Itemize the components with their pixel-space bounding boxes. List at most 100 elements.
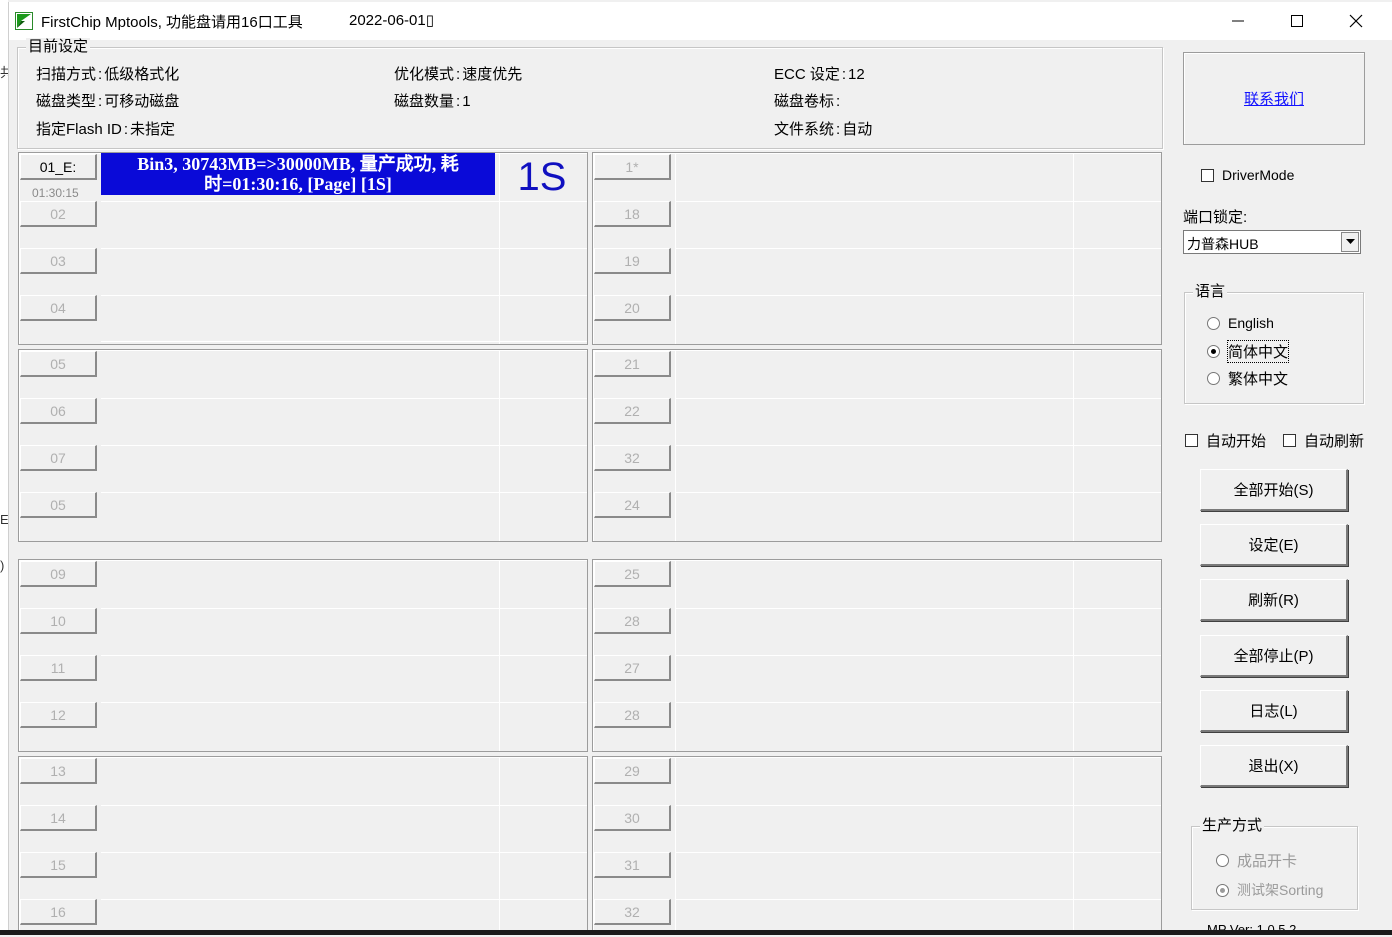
port-button-22[interactable]: 22 <box>594 398 671 424</box>
auto-refresh-label: 自动刷新 <box>1304 433 1365 450</box>
row-divider <box>101 702 587 703</box>
port-button-01[interactable]: 01_E: <box>20 154 97 180</box>
row-divider <box>101 805 587 806</box>
lang-simplified-radio[interactable]: 简体中文 <box>1207 340 1290 363</box>
row-divider <box>675 295 1161 296</box>
port-button-17[interactable]: 1* <box>594 154 671 180</box>
port-label: 32 <box>624 903 640 920</box>
port-lock-label: 端口锁定: <box>1183 209 1248 226</box>
file-system-label: 文件系统 <box>774 121 835 138</box>
port-button-09[interactable]: 09 <box>20 561 97 587</box>
port-button-30[interactable]: 30 <box>594 805 671 831</box>
port-button-12[interactable]: 12 <box>20 702 97 728</box>
row-divider <box>675 492 1161 493</box>
port-button-29[interactable]: 29 <box>594 758 671 784</box>
exit-button[interactable]: 退出(X) <box>1200 745 1348 787</box>
port-lock-select[interactable]: 力普森HUB <box>1183 230 1361 254</box>
port-button-14[interactable]: 14 <box>20 805 97 831</box>
title-bar: FirstChip Mptools, 功能盘请用16口工具 2022-06-01… <box>9 2 1392 40</box>
port-label: 28 <box>624 612 640 629</box>
port-label: 11 <box>50 659 66 676</box>
close-button[interactable] <box>1327 2 1385 40</box>
port-button-18[interactable]: 18 <box>594 201 671 227</box>
app-icon <box>15 12 33 30</box>
port-label: 27 <box>624 659 640 676</box>
port-label: 30 <box>624 809 640 826</box>
refresh-button[interactable]: 刷新(R) <box>1200 579 1348 621</box>
file-system-value: 自动 <box>842 121 873 138</box>
scan-mode-label: 扫描方式 <box>36 66 97 83</box>
port-button-20[interactable]: 20 <box>594 295 671 321</box>
lang-english-radio[interactable]: English <box>1207 315 1274 331</box>
row-divider <box>101 201 587 202</box>
checkbox-box <box>1283 434 1296 447</box>
close-icon <box>1349 14 1363 28</box>
port-label: 16 <box>50 903 66 920</box>
port-button-27[interactable]: 27 <box>594 655 671 681</box>
row-divider <box>675 852 1161 853</box>
port-button-32[interactable]: 32 <box>594 899 671 925</box>
language-legend: 语言 <box>1193 283 1228 301</box>
minimize-button[interactable] <box>1209 2 1267 40</box>
optimize-mode-value: 速度优先 <box>462 66 523 83</box>
port-button-04[interactable]: 04 <box>20 295 97 321</box>
flash-id-value: 未指定 <box>130 121 176 138</box>
port-label: 31 <box>624 856 640 873</box>
port-button-26[interactable]: 28 <box>594 608 671 634</box>
port-01-result: 1S <box>517 154 567 199</box>
settings-button[interactable]: 设定(E) <box>1200 524 1348 566</box>
contact-us-link[interactable]: 联系我们 <box>1244 88 1304 109</box>
port-label: 05 <box>50 355 66 372</box>
port-button-16[interactable]: 16 <box>20 899 97 925</box>
port-button-28[interactable]: 28 <box>594 702 671 728</box>
row-divider <box>101 852 587 853</box>
row-divider <box>675 805 1161 806</box>
port-button-10[interactable]: 10 <box>20 608 97 634</box>
log-button[interactable]: 日志(L) <box>1200 690 1348 732</box>
port-label: 01_E: <box>39 158 77 175</box>
port-button-25[interactable]: 25 <box>594 561 671 587</box>
prod-sorting-label: 测试架Sorting <box>1237 882 1324 898</box>
row-divider <box>675 248 1161 249</box>
port-button-31[interactable]: 31 <box>594 852 671 878</box>
stop-all-button[interactable]: 全部停止(P) <box>1200 635 1348 677</box>
port-label: 12 <box>50 706 66 723</box>
port-button-24[interactable]: 24 <box>594 492 671 518</box>
radio-dot <box>1216 883 1229 897</box>
port-label: 13 <box>50 762 66 779</box>
maximize-button[interactable] <box>1268 2 1326 40</box>
port-button-05[interactable]: 05 <box>20 351 97 377</box>
port-button-19[interactable]: 19 <box>594 248 671 274</box>
current-settings-legend: 目前设定 <box>26 38 91 56</box>
flash-id-label: 指定Flash ID <box>36 121 122 138</box>
flash-id-info: 指定Flash ID: 未指定 <box>36 121 176 138</box>
port-label: 19 <box>624 252 640 269</box>
port-label: 09 <box>50 565 66 582</box>
lang-traditional-radio[interactable]: 繁体中文 <box>1207 368 1288 389</box>
start-all-button[interactable]: 全部开始(S) <box>1200 469 1348 511</box>
port-button-03[interactable]: 03 <box>20 248 97 274</box>
driver-mode-checkbox[interactable]: DriverMode <box>1201 167 1294 183</box>
auto-refresh-checkbox[interactable]: 自动刷新 <box>1283 430 1364 451</box>
chevron-down-icon[interactable] <box>1341 232 1359 252</box>
port-button-15[interactable]: 15 <box>20 852 97 878</box>
port-button-13[interactable]: 13 <box>20 758 97 784</box>
port-button-23[interactable]: 32 <box>594 445 671 471</box>
ecc-info: ECC 设定:12 <box>774 66 865 83</box>
scan-mode-info: 扫描方式: 低级格式化 <box>36 66 180 83</box>
disk-count-label: 磁盘数量 <box>394 93 455 110</box>
prod-sorting-radio[interactable]: 测试架Sorting <box>1216 880 1323 900</box>
port-label: 02 <box>50 205 66 222</box>
radio-dot <box>1207 372 1220 385</box>
row-divider <box>675 702 1161 703</box>
auto-start-checkbox[interactable]: 自动开始 <box>1185 430 1275 451</box>
port-button-21[interactable]: 21 <box>594 351 671 377</box>
port-button-11[interactable]: 11 <box>20 655 97 681</box>
port-button-08[interactable]: 05 <box>20 492 97 518</box>
port-button-02[interactable]: 02 <box>20 201 97 227</box>
port-button-07[interactable]: 07 <box>20 445 97 471</box>
prod-card-radio[interactable]: 成品开卡 <box>1216 850 1297 871</box>
volume-label-info: 磁盘卷标: <box>774 93 841 110</box>
port-panel-5-8 <box>18 349 588 542</box>
port-button-06[interactable]: 06 <box>20 398 97 424</box>
